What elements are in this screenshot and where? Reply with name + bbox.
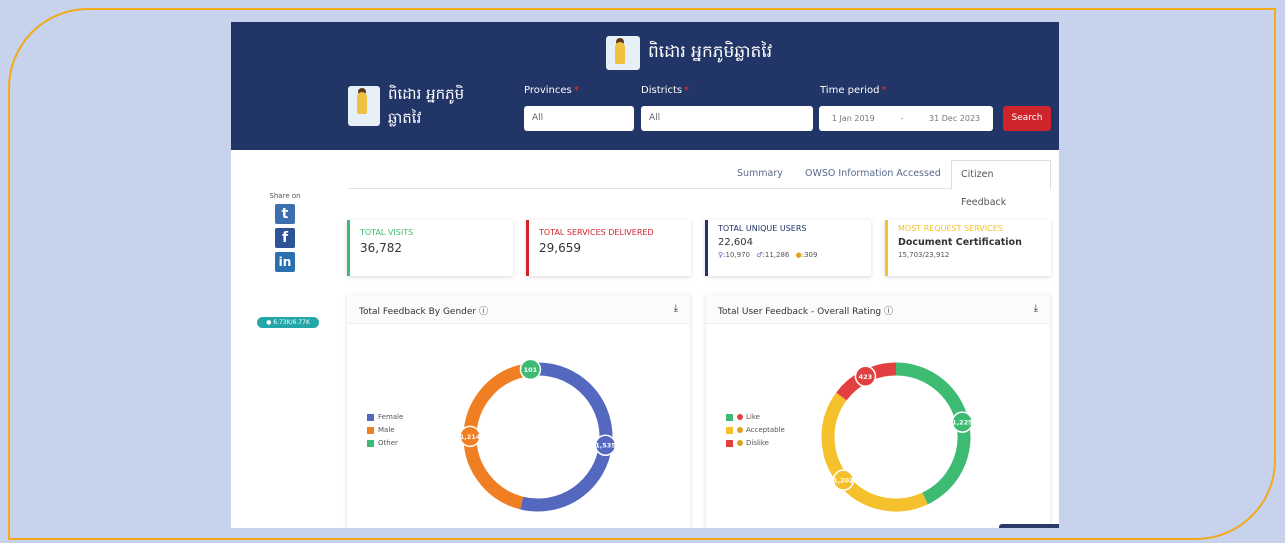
chart-title: Total Feedback By Gender ⓘ bbox=[359, 307, 489, 317]
gender-donut-chart: 1,535 1,214 101 bbox=[459, 358, 616, 512]
card-value: 29,659 bbox=[539, 241, 581, 255]
download-icon[interactable]: ⤓ bbox=[1034, 303, 1038, 314]
card-value: 36,782 bbox=[360, 241, 402, 255]
rating-donut-chart: 1,225 1,202 423 bbox=[821, 362, 973, 512]
card-title: TOTAL UNIQUE USERS bbox=[718, 224, 807, 233]
download-icon[interactable]: ⤓ bbox=[674, 303, 678, 314]
slice-data-label: 1,202 bbox=[833, 477, 854, 485]
card-value: Document Certification bbox=[898, 237, 1022, 248]
card-total-services: TOTAL SERVICES DELIVERED 29,659 bbox=[526, 220, 691, 276]
female-icon: ♀ bbox=[718, 251, 724, 259]
tab-citizen-feedback[interactable]: Citizen Feedback bbox=[951, 160, 1051, 208]
app-title: ពិដោរ អ្នកភូមិឆ្លាតវៃ bbox=[648, 41, 773, 62]
card-unique-users: TOTAL UNIQUE USERS 22,604 ♀:10,970 ♂:11,… bbox=[705, 220, 871, 276]
facebook-icon[interactable]: f bbox=[275, 228, 295, 248]
twitter-icon[interactable]: t bbox=[275, 204, 295, 224]
app-logo-icon bbox=[606, 36, 640, 70]
male-icon: ♂ bbox=[756, 251, 763, 259]
slice-data-label: 101 bbox=[524, 366, 538, 374]
slice-data-label: 1,225 bbox=[952, 419, 973, 427]
share-panel: Share on t f in bbox=[265, 192, 305, 276]
chart-title: Total User Feedback - Overall Rating ⓘ bbox=[718, 307, 894, 317]
date-separator: - bbox=[900, 114, 904, 123]
header-bar: ពិដោរ អ្នកភូមិឆ្លាតវៃ ពិដោរ អ្នកភូមិ ឆ្ល… bbox=[231, 22, 1059, 150]
districts-select[interactable]: All bbox=[641, 106, 813, 131]
card-most-request: MOST REQUEST SERVICES Document Certifica… bbox=[885, 220, 1051, 276]
card-title: TOTAL SERVICES DELIVERED bbox=[539, 228, 654, 237]
search-button[interactable]: Search bbox=[1003, 106, 1051, 131]
views-badge: ● 6.73K/6.77K bbox=[257, 317, 319, 328]
card-title: MOST REQUEST SERVICES bbox=[898, 224, 1003, 233]
slice-data-label: 1,535 bbox=[595, 442, 616, 450]
panel-header: Total User Feedback - Overall Rating ⓘ ⤓ bbox=[706, 295, 1050, 324]
card-value: 22,604 bbox=[718, 237, 753, 248]
side-logo[interactable]: ពិដោរ អ្នកភូមិ ឆ្លាតវៃ bbox=[348, 82, 498, 130]
donut-slice-like[interactable] bbox=[895, 362, 971, 505]
panel-overall-rating: Total User Feedback - Overall Rating ⓘ ⤓… bbox=[706, 295, 1050, 528]
tab-owso-information[interactable]: OWSO Information Accessed bbox=[805, 160, 941, 188]
tab-bar: Summary OWSO Information Accessed Citize… bbox=[349, 160, 1051, 208]
share-label: Share on bbox=[269, 192, 301, 200]
gender-breakdown: ♀:10,970 ♂:11,286 ●:309 bbox=[718, 251, 818, 259]
app-logo-small-icon bbox=[348, 86, 380, 126]
card-total-visits: TOTAL VISITS 36,782 bbox=[347, 220, 513, 276]
time-period-picker[interactable]: 1 Jan 2019 - 31 Dec 2023 bbox=[819, 106, 993, 131]
date-to: 31 Dec 2023 bbox=[929, 114, 981, 123]
help-icon[interactable]: ⓘ bbox=[479, 307, 488, 317]
scroll-handle[interactable] bbox=[999, 524, 1059, 528]
date-from: 1 Jan 2019 bbox=[831, 114, 875, 123]
provinces-select[interactable]: All bbox=[524, 106, 634, 131]
other-icon: ● bbox=[795, 251, 802, 259]
slice-data-label: 423 bbox=[859, 373, 873, 381]
side-app-title: ពិដោរ អ្នកភូមិ ឆ្លាតវៃ bbox=[388, 85, 465, 127]
provinces-label: Provinces * bbox=[524, 85, 579, 96]
linkedin-icon[interactable]: in bbox=[275, 252, 295, 272]
help-icon[interactable]: ⓘ bbox=[884, 307, 893, 317]
tab-summary[interactable]: Summary bbox=[737, 160, 783, 188]
top-logo[interactable]: ពិដោរ អ្នកភូមិឆ្លាតវៃ bbox=[606, 36, 772, 70]
card-title: TOTAL VISITS bbox=[360, 228, 414, 237]
panel-feedback-gender: Total Feedback By Gender ⓘ ⤓ Female Male… bbox=[347, 295, 690, 528]
time-period-label: Time period * bbox=[820, 85, 887, 96]
slice-data-label: 1,214 bbox=[460, 433, 481, 441]
card-sub: 15,703/23,912 bbox=[898, 251, 950, 259]
districts-label: Districts * bbox=[641, 85, 690, 96]
donut-slice-female[interactable] bbox=[520, 362, 613, 512]
dashboard-screenshot: ពិដោរ អ្នកភូមិឆ្លាតវៃ ពិដោរ អ្នកភូមិ ឆ្ល… bbox=[231, 22, 1059, 528]
panel-header: Total Feedback By Gender ⓘ ⤓ bbox=[347, 295, 690, 324]
